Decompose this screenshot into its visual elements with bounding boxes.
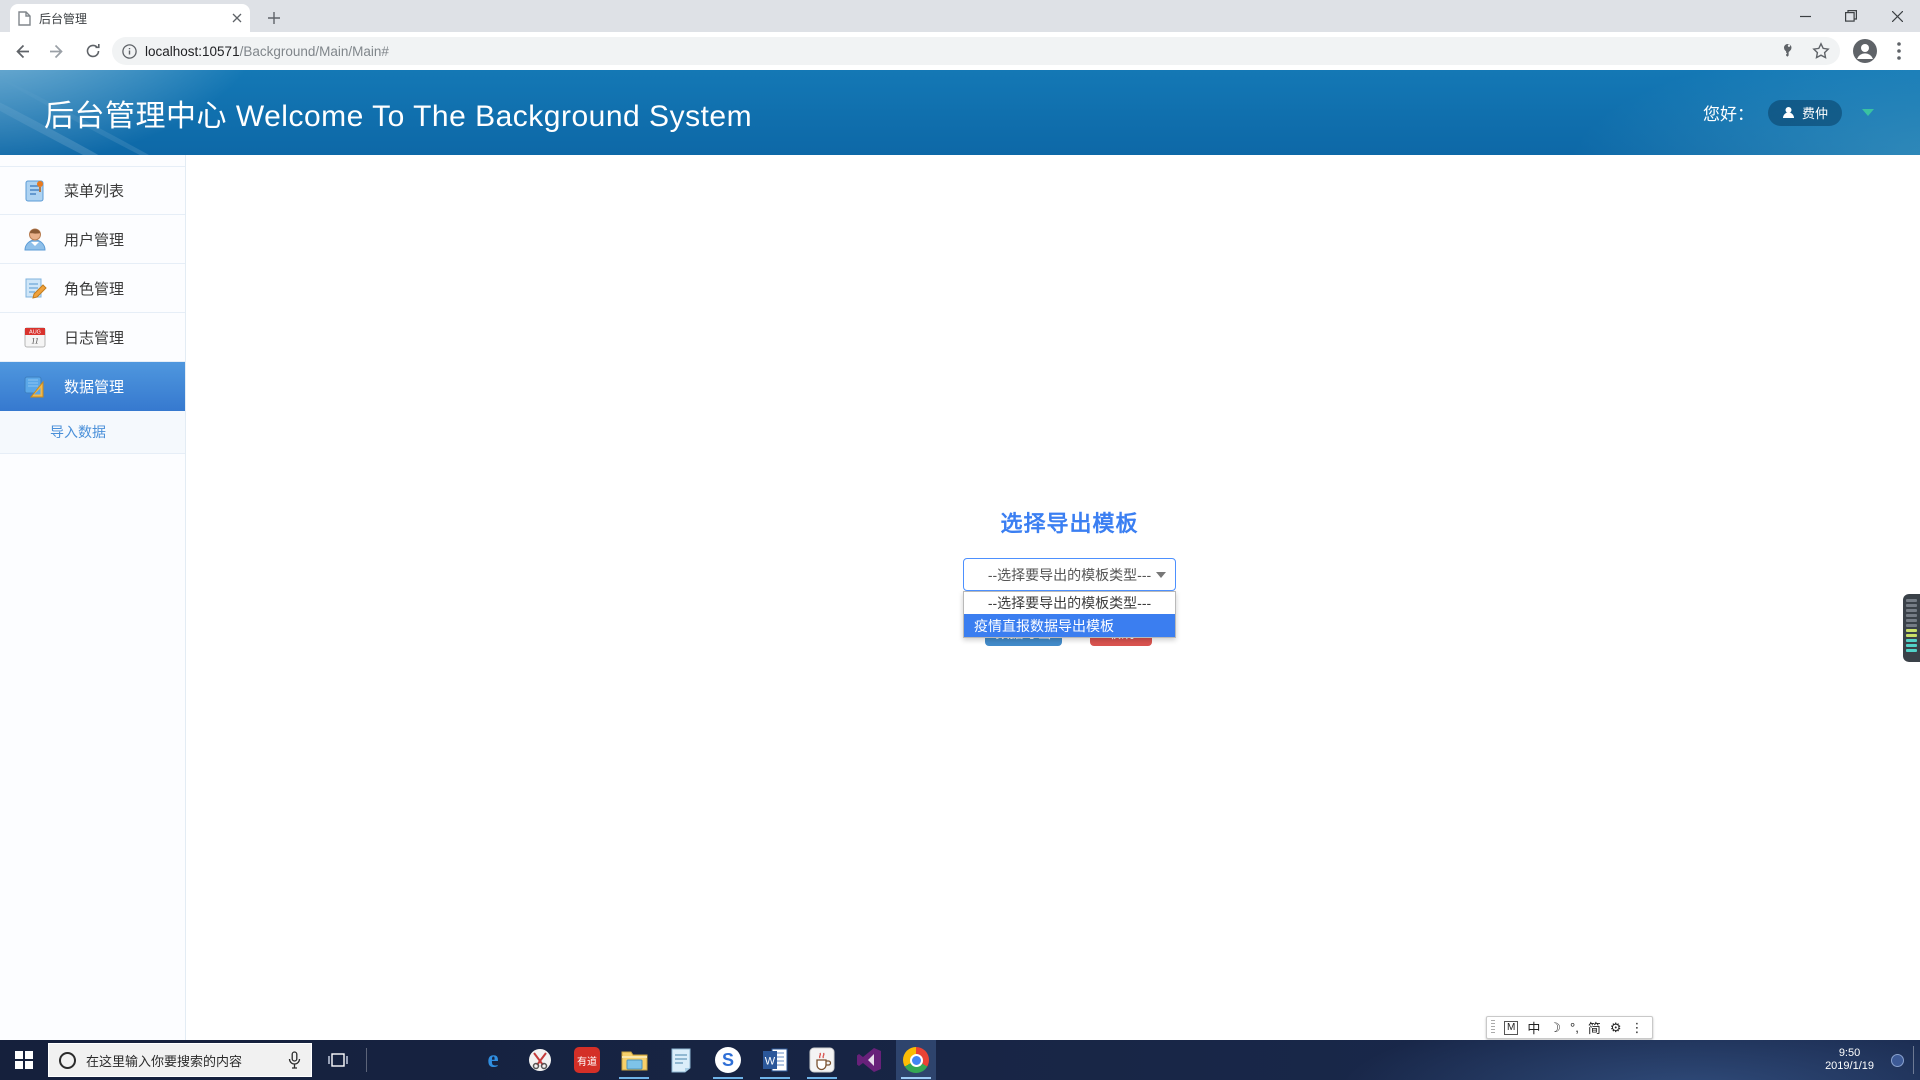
sidebar-item-log-management[interactable]: AUG11 日志管理 bbox=[0, 313, 185, 362]
task-view-button[interactable] bbox=[318, 1040, 358, 1080]
ime-more-icon[interactable]: ⋮ bbox=[1631, 1020, 1644, 1036]
sidebar-item-label: 日志管理 bbox=[64, 327, 124, 348]
user-icon bbox=[1782, 106, 1795, 119]
start-button[interactable] bbox=[0, 1040, 48, 1080]
dropdown-option-epidemic-template[interactable]: 疫情直报数据导出模板 bbox=[964, 614, 1175, 637]
browser-tab[interactable]: 后台管理 bbox=[10, 4, 250, 32]
ime-language-bar[interactable]: M 中 ☽ °, 简 ⚙ ⋮ bbox=[1486, 1016, 1653, 1039]
role-edit-icon bbox=[22, 275, 48, 301]
browser-toolbar: localhost:10571/Background/Main/Main# bbox=[0, 32, 1920, 70]
url-path: /Background/Main/Main# bbox=[240, 44, 389, 59]
sidebar-subitem-label: 导入数据 bbox=[50, 422, 106, 442]
tab-close-icon[interactable] bbox=[232, 13, 242, 23]
ime-settings-gear-icon[interactable]: ⚙ bbox=[1610, 1020, 1622, 1036]
forward-icon[interactable] bbox=[42, 36, 72, 66]
app-title: 后台管理中心 Welcome To The Background System bbox=[44, 91, 752, 135]
taskbar-notepad-icon[interactable] bbox=[661, 1040, 701, 1080]
taskbar-word-icon[interactable]: W bbox=[755, 1040, 795, 1080]
taskbar-separator bbox=[366, 1048, 367, 1072]
sidebar-item-user-management[interactable]: 用户管理 bbox=[0, 215, 185, 264]
username: 费仲 bbox=[1802, 103, 1828, 122]
page-title: 选择导出模板 bbox=[963, 506, 1176, 538]
page-favicon-icon bbox=[18, 11, 31, 26]
url-text: localhost:10571/Background/Main/Main# bbox=[145, 44, 389, 59]
sidebar-item-label: 数据管理 bbox=[64, 376, 124, 397]
screen: 后台管理 bbox=[0, 0, 1920, 1080]
url-host: localhost:10571 bbox=[145, 44, 240, 59]
log-calendar-icon: AUG11 bbox=[22, 324, 48, 350]
chevron-down-icon[interactable] bbox=[1862, 109, 1874, 116]
data-ruler-icon bbox=[22, 374, 48, 400]
sidebar-item-role-management[interactable]: 角色管理 bbox=[0, 264, 185, 313]
taskbar-edge-icon[interactable]: e bbox=[473, 1040, 513, 1080]
refresh-icon[interactable] bbox=[78, 36, 108, 66]
taskbar-search-input[interactable]: 在这里输入你要搜索的内容 bbox=[48, 1043, 312, 1077]
greeting-label: 您好： bbox=[1703, 100, 1754, 125]
taskbar-youdao-icon[interactable]: 有道 bbox=[567, 1040, 607, 1080]
select-arrow-icon bbox=[1156, 572, 1166, 578]
windows-logo-icon bbox=[15, 1051, 33, 1069]
sidebar-item-label: 用户管理 bbox=[64, 229, 124, 250]
taskbar-chrome-icon[interactable] bbox=[896, 1040, 936, 1080]
sidebar-subitem-import-data[interactable]: 导入数据 bbox=[0, 411, 185, 454]
password-key-icon[interactable] bbox=[1780, 42, 1798, 60]
taskbar-snipping-tool-icon[interactable] bbox=[520, 1040, 560, 1080]
sidebar-item-data-management[interactable]: 数据管理 bbox=[0, 362, 185, 411]
browser-titlebar: 后台管理 bbox=[0, 0, 1920, 32]
url-bar[interactable]: localhost:10571/Background/Main/Main# bbox=[112, 37, 1840, 65]
sidebar-item-menu-list[interactable]: 菜单列表 bbox=[0, 166, 185, 215]
taskbar-sogou-input-icon[interactable]: S bbox=[708, 1040, 748, 1080]
svg-text:W: W bbox=[764, 1056, 775, 1068]
taskbar: 在这里输入你要搜索的内容 e 有道 S W bbox=[0, 1040, 1920, 1080]
svg-text:11: 11 bbox=[31, 337, 38, 346]
sidebar-item-label: 菜单列表 bbox=[64, 180, 124, 201]
dropdown-option-placeholder[interactable]: --选择要导出的模板类型--- bbox=[964, 592, 1175, 614]
user-icon bbox=[22, 226, 48, 252]
restore-button[interactable] bbox=[1828, 0, 1874, 32]
template-type-dropdown-list: --选择要导出的模板类型--- 疫情直报数据导出模板 bbox=[963, 591, 1176, 638]
taskbar-file-explorer-icon[interactable] bbox=[614, 1040, 654, 1080]
search-placeholder: 在这里输入你要搜索的内容 bbox=[86, 1051, 278, 1070]
bookmark-star-icon[interactable] bbox=[1812, 42, 1830, 60]
site-info-icon[interactable] bbox=[122, 44, 137, 59]
minimize-button[interactable] bbox=[1782, 0, 1828, 32]
show-desktop-button[interactable] bbox=[1913, 1046, 1914, 1074]
select-value: --选择要导出的模板类型--- bbox=[988, 565, 1151, 585]
taskbar-java-icon[interactable] bbox=[802, 1040, 842, 1080]
sidebar-item-label: 角色管理 bbox=[64, 278, 124, 299]
new-tab-button[interactable] bbox=[262, 6, 286, 30]
ime-halfwidth-moon-icon[interactable]: ☽ bbox=[1549, 1020, 1561, 1036]
ime-mode-icon[interactable]: M bbox=[1504, 1021, 1518, 1035]
chrome-logo-icon bbox=[903, 1047, 929, 1073]
cortana-circle-icon bbox=[59, 1052, 76, 1069]
back-icon[interactable] bbox=[6, 36, 36, 66]
tray-time: 9:50 bbox=[1839, 1047, 1860, 1060]
template-type-select[interactable]: --选择要导出的模板类型--- bbox=[963, 558, 1176, 591]
svg-text:AUG: AUG bbox=[29, 330, 41, 336]
user-menu-button[interactable]: 费仲 bbox=[1768, 100, 1842, 126]
tray-notification-icon[interactable] bbox=[1891, 1054, 1904, 1067]
ime-punctuation-icon[interactable]: °, bbox=[1570, 1020, 1579, 1035]
app-header-banner: 后台管理中心 Welcome To The Background System … bbox=[0, 70, 1920, 155]
sidebar: 菜单列表 用户管理 角色管理 AUG11 日志管理 数据管理 bbox=[0, 155, 186, 1040]
tab-title: 后台管理 bbox=[39, 10, 224, 27]
tray-date: 2019/1/19 bbox=[1825, 1060, 1874, 1073]
menu-list-icon bbox=[22, 178, 48, 204]
ime-simplified-icon[interactable]: 简 bbox=[1588, 1018, 1601, 1037]
window-controls bbox=[1782, 0, 1920, 32]
edge-dock-widget[interactable] bbox=[1903, 594, 1920, 662]
browser-profile-avatar[interactable] bbox=[1852, 38, 1878, 64]
close-window-button[interactable] bbox=[1874, 0, 1920, 32]
export-template-form: 选择导出模板 --选择要导出的模板类型--- --选择要导出的模板类型--- 疫… bbox=[963, 506, 1176, 638]
browser-menu-icon[interactable] bbox=[1888, 40, 1910, 62]
ime-drag-handle[interactable] bbox=[1491, 1020, 1495, 1035]
taskbar-clock[interactable]: 9:50 2019/1/19 bbox=[1825, 1040, 1874, 1080]
ime-chinese-icon[interactable]: 中 bbox=[1527, 1018, 1540, 1037]
mic-icon[interactable] bbox=[288, 1051, 301, 1069]
taskbar-visual-studio-icon[interactable] bbox=[849, 1040, 889, 1080]
